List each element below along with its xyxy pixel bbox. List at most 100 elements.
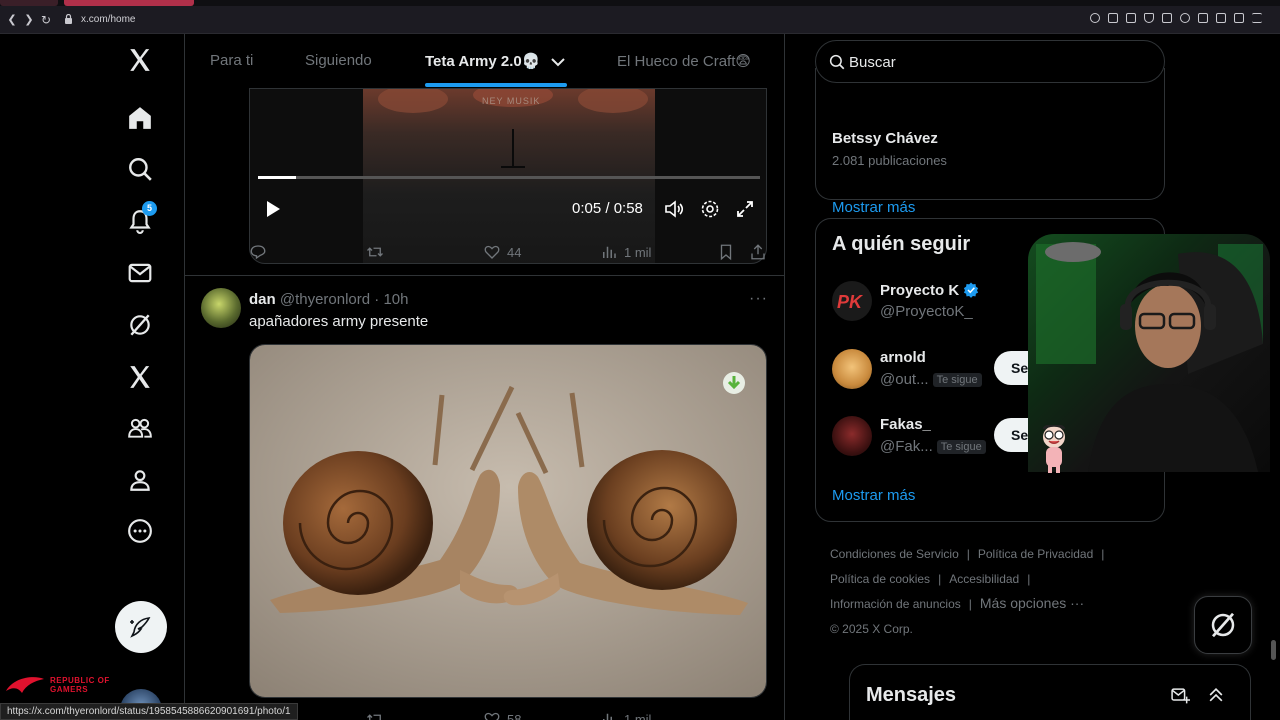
footer-more-options[interactable]: Más opciones ··· — [980, 595, 1084, 611]
like-button-2[interactable]: 58 — [483, 710, 521, 720]
post-button[interactable] — [115, 601, 167, 653]
bookmark-icon — [720, 244, 732, 261]
screenshot-icon[interactable] — [1126, 13, 1136, 23]
zoom-icon[interactable] — [1090, 13, 1100, 23]
follow-name[interactable]: Proyecto K — [880, 281, 980, 299]
x-logo-icon[interactable] — [124, 44, 156, 76]
follow-handle-text: @out... — [880, 371, 929, 388]
extensions-icon[interactable] — [1198, 13, 1208, 23]
like-count-2: 58 — [507, 711, 522, 720]
fullscreen-icon[interactable] — [735, 199, 755, 219]
follow-handle-text: @ProyectoK_ — [880, 303, 973, 320]
communities-icon[interactable] — [124, 412, 156, 444]
video-progress-bar[interactable] — [258, 176, 760, 179]
active-tab-indicator — [425, 83, 567, 87]
follow-handle: @out... Te sigue — [880, 371, 982, 388]
who-to-follow-title: A quién seguir — [832, 233, 971, 255]
play-icon[interactable] — [264, 199, 282, 219]
tab-el-hueco-de-craft[interactable]: El Hueco de Craft😨 — [617, 52, 751, 70]
views-count: 1 mil — [624, 244, 652, 260]
mail-icon[interactable] — [124, 257, 156, 289]
share-icon — [751, 244, 765, 260]
svg-text:PK: PK — [837, 292, 864, 312]
search-input[interactable]: Buscar — [815, 40, 1165, 83]
bookmark-icon[interactable] — [1108, 13, 1118, 23]
page-scrollbar[interactable] — [1271, 640, 1276, 660]
heart-icon[interactable] — [1180, 13, 1190, 23]
x-premium-icon[interactable] — [124, 361, 156, 393]
profile-icon[interactable] — [124, 464, 156, 496]
share-button[interactable] — [749, 243, 767, 261]
proyecto-k-logo: PK — [837, 292, 864, 312]
back-icon[interactable]: ❮ — [5, 13, 19, 27]
rog-text-line1: REPUBLIC OF — [50, 676, 110, 685]
grok-icon[interactable] — [124, 309, 156, 341]
views-button-2[interactable]: 1 mil — [600, 710, 651, 720]
video-progress-fill — [258, 176, 297, 179]
follow-handle-text: @Fak... — [880, 438, 933, 455]
snails-photo — [250, 345, 766, 697]
play-extension-icon[interactable] — [1162, 13, 1172, 23]
expand-up-icon[interactable] — [1206, 685, 1226, 705]
tab-siguiendo[interactable]: Siguiendo — [305, 52, 372, 69]
tweet-image[interactable] — [249, 344, 767, 698]
grok-icon — [1211, 612, 1235, 638]
tweet-author-name[interactable]: dan — [249, 291, 276, 308]
footer-link[interactable]: Accesibilidad — [949, 572, 1019, 586]
browser-tab[interactable] — [0, 0, 58, 6]
volume-icon[interactable] — [664, 199, 684, 219]
download-icon[interactable] — [722, 371, 746, 395]
trend-count: 2.081 publicaciones — [832, 153, 947, 168]
tab-teta-army[interactable]: Teta Army 2.0💀 — [425, 52, 565, 70]
notifications-badge: 5 — [142, 201, 157, 216]
timeline-column: Para ti Siguiendo Teta Army 2.0💀 El Huec… — [185, 34, 785, 720]
repost-button-2[interactable] — [366, 710, 384, 720]
footer-link[interactable]: Condiciones de Servicio — [830, 547, 959, 561]
follow-name[interactable]: arnold — [880, 349, 926, 366]
bookmark-button[interactable] — [717, 243, 735, 261]
reply-icon — [250, 245, 266, 260]
browser-tab-active[interactable] — [64, 0, 194, 6]
avatar[interactable] — [832, 416, 872, 456]
timeline-tabs: Para ti Siguiendo Teta Army 2.0💀 El Huec… — [185, 34, 784, 88]
home-icon[interactable] — [124, 102, 156, 134]
like-button[interactable]: 44 — [483, 243, 521, 261]
avatar[interactable] — [832, 349, 872, 389]
repost-button[interactable] — [366, 243, 384, 261]
download-icon[interactable] — [1234, 13, 1244, 23]
trend-name[interactable]: Betssy Chávez — [832, 130, 938, 147]
tab-para-ti[interactable]: Para ti — [210, 52, 253, 69]
search-icon[interactable] — [124, 153, 156, 185]
messages-drawer[interactable]: Mensajes — [849, 664, 1251, 720]
trends-show-more-link[interactable]: Mostrar más — [832, 199, 915, 216]
new-message-icon[interactable] — [1170, 685, 1190, 705]
views-button[interactable]: 1 mil — [600, 243, 651, 261]
chevron-down-icon[interactable] — [550, 57, 565, 67]
reload-icon[interactable]: ↻ — [39, 13, 53, 27]
grok-floating-button[interactable] — [1194, 596, 1252, 654]
footer-link[interactable]: Política de Privacidad — [978, 547, 1093, 561]
menu-icon[interactable] — [1252, 13, 1262, 23]
reply-button[interactable] — [249, 243, 267, 261]
rog-text-line2: GAMERS — [50, 685, 89, 694]
video-player[interactable]: NEY MUSIK 0:05 / 0:58 — [249, 88, 767, 264]
follow-name[interactable]: Fakas_ — [880, 416, 931, 433]
forward-icon[interactable]: ❯ — [22, 13, 36, 27]
bell-icon[interactable]: 5 — [124, 201, 157, 237]
address-bar[interactable]: x.com/home — [81, 14, 135, 25]
more-icon[interactable] — [124, 515, 156, 547]
settings-icon[interactable] — [700, 199, 720, 219]
cloud-icon[interactable] — [1216, 13, 1226, 23]
footer-link[interactable]: Política de cookies — [830, 572, 930, 586]
tweet-author-handle[interactable]: @thyeronlord · 10h — [280, 291, 409, 308]
browser-tabstrip — [0, 0, 1280, 6]
footer-link[interactable]: Información de anuncios — [830, 597, 961, 611]
browser-extensions — [1090, 13, 1262, 23]
shield-icon[interactable] — [1144, 13, 1154, 23]
who-to-follow-show-more-link[interactable]: Mostrar más — [832, 487, 915, 504]
tweet-more-icon[interactable]: ··· — [749, 290, 768, 308]
views-icon — [603, 246, 616, 258]
tweet-avatar[interactable] — [201, 288, 241, 328]
link-status-bar: https://x.com/thyeronlord/status/1958545… — [0, 703, 298, 720]
avatar[interactable]: PK — [832, 281, 872, 321]
